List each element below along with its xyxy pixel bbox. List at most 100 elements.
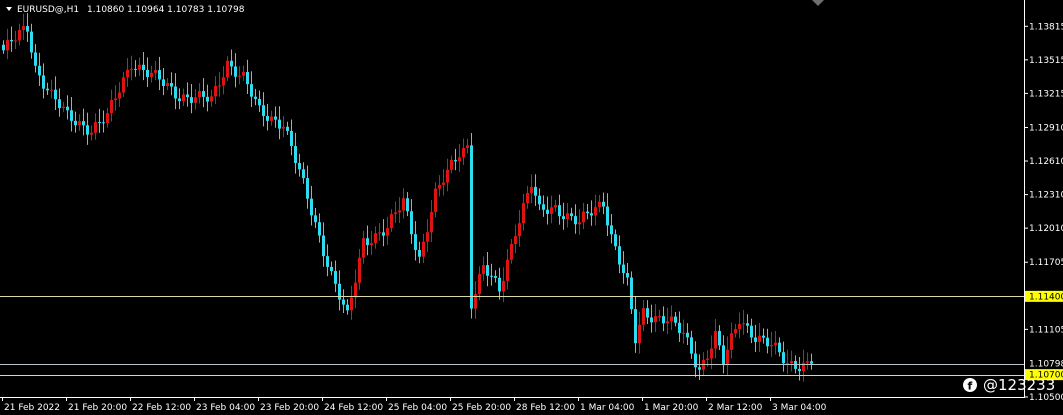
candle-body [510, 244, 513, 260]
candle-body [286, 126, 289, 131]
price-tick-label: 1.12910 [1029, 123, 1063, 133]
candle-body [202, 91, 205, 97]
candle-body [646, 308, 649, 318]
candle-body [694, 353, 697, 368]
candle-body [170, 83, 173, 87]
price-chart[interactable]: 1.13815 1.13515 1.13215 1.12910 1.12610 1.123… [0, 0, 1063, 415]
candle-body [418, 250, 421, 257]
candle-body [190, 97, 193, 103]
candle-body [134, 68, 137, 70]
candle-body [362, 238, 365, 258]
candle-body [422, 241, 425, 257]
candle-body [390, 214, 393, 229]
candle-body [554, 205, 557, 208]
candle-body [782, 352, 785, 364]
facebook-icon-glyph: f [968, 380, 973, 393]
candle-body [370, 243, 373, 246]
candle-body [38, 65, 41, 76]
price-tick-label: 1.10500 [1029, 393, 1063, 403]
candle-body [750, 325, 753, 338]
candle-body [586, 211, 589, 214]
candle-body [738, 324, 741, 330]
candle-body [526, 192, 529, 204]
candle-body [194, 97, 197, 103]
candle-body [806, 361, 809, 363]
candle-body [98, 122, 101, 124]
candle-body [706, 358, 709, 360]
candle-body [550, 207, 553, 214]
candle-body [174, 86, 177, 99]
candle-body [598, 201, 601, 208]
candle-body [250, 84, 253, 97]
candle-body [578, 222, 581, 225]
candle-body [678, 322, 681, 333]
candle-body [530, 186, 533, 193]
price-tick-label: 1.11705 [1029, 258, 1063, 268]
candle-body [102, 122, 105, 124]
time-tick-label: 1 Mar 04:00 [580, 403, 635, 413]
candle-body [590, 213, 593, 216]
candle-body [10, 39, 13, 42]
candle-body [466, 145, 469, 149]
candle [630, 271, 633, 314]
time-tick-label: 1 Mar 20:00 [644, 403, 699, 413]
chart-header: EURUSD@,H1 1.10860 1.10964 1.10783 1.107… [6, 5, 245, 15]
candle-body [490, 275, 493, 277]
candle-body [218, 85, 221, 87]
candle-body [658, 316, 661, 318]
candle-body [306, 178, 309, 199]
candle-body [494, 276, 497, 278]
candle-body [138, 64, 141, 70]
time-tick-label: 25 Feb 04:00 [388, 403, 447, 413]
candle-body [778, 342, 781, 353]
candle-body [146, 69, 149, 77]
ohlc-quotes: 1.10860 1.10964 1.10783 1.10798 [87, 5, 245, 15]
price-tick-label: 1.12310 [1029, 191, 1063, 201]
candle-body [230, 60, 233, 67]
candle-body [66, 106, 69, 111]
candle-body [334, 271, 337, 284]
candle-body [26, 26, 29, 32]
candle-body [270, 116, 273, 121]
candle-body [630, 277, 633, 310]
candle-body [626, 273, 629, 278]
candle-body [322, 235, 325, 257]
time-tick-label: 25 Feb 20:00 [452, 403, 511, 413]
price-tick-label: 1.11105 [1029, 325, 1063, 335]
time-tick-label: 23 Feb 20:00 [260, 403, 319, 413]
candle-body [430, 212, 433, 233]
candle-body [478, 274, 481, 294]
candle-body [338, 283, 341, 300]
candle [470, 132, 473, 319]
candle-body [6, 39, 9, 51]
candle-body [278, 119, 281, 129]
candle-body [30, 31, 33, 53]
symbol-label: EURUSD@,H1 [17, 5, 79, 15]
candle-body [606, 206, 609, 226]
candle-body [314, 215, 317, 223]
candle-body [498, 277, 501, 292]
price-tick-label: 1.13515 [1029, 56, 1063, 66]
candle-body [294, 146, 297, 163]
candle-body [266, 115, 269, 121]
candle-body [74, 120, 77, 126]
candle-body [130, 68, 133, 70]
candle-body [366, 238, 369, 246]
candle-body [454, 160, 457, 162]
candle-body [378, 232, 381, 234]
candle-body [386, 228, 389, 236]
price-tick-label: 1.13815 [1029, 22, 1063, 32]
candle-body [342, 299, 345, 305]
candle-body [122, 77, 125, 93]
level-price-label: 1.11400 [1029, 292, 1063, 302]
candle-body [182, 94, 185, 102]
candle-body [290, 130, 293, 147]
candle-body [470, 145, 473, 309]
candle-body [642, 308, 645, 325]
candle-body [426, 232, 429, 242]
candle-body [450, 160, 453, 170]
candle-body [654, 316, 657, 323]
candle-body [650, 317, 653, 323]
candle-body [762, 335, 765, 338]
candle-body [482, 265, 485, 275]
